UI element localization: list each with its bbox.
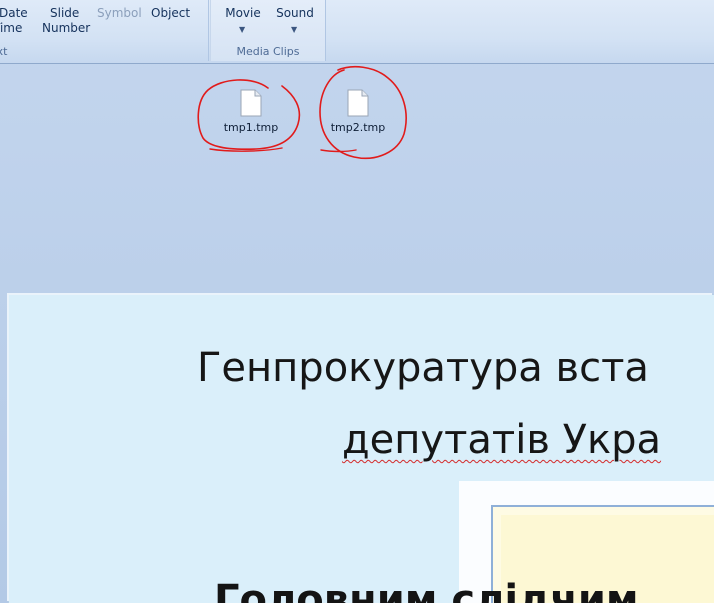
file-name-label: tmp2.tmp (330, 121, 386, 134)
slide-number-button[interactable]: Slide Number (42, 6, 90, 36)
sound-dropdown-arrow-icon: ▼ (291, 25, 298, 34)
file-name-label: tmp1.tmp (223, 121, 279, 134)
slide-canvas[interactable]: Генпрокуратура вста депутатів Укра Голов… (9, 295, 714, 603)
slide-body-text[interactable]: Головним слідчим (214, 575, 639, 603)
slide-title-line-1[interactable]: Генпрокуратура вста (197, 343, 649, 393)
annotation-circle-tmp2-tail (320, 149, 357, 153)
annotation-circle-tmp1-tail (209, 147, 283, 152)
text-group-label: ext (0, 45, 8, 58)
symbol-button[interactable]: Symbol (97, 6, 142, 21)
object-button[interactable]: Object (151, 6, 190, 21)
file-icon (347, 89, 369, 117)
date-time-button[interactable]: Date Time (0, 6, 28, 36)
ribbon-group-media-clips: Movie ▼ Sound ▼ Media Clips (210, 0, 326, 61)
slide-title-line-2-text: депутатів Укра (342, 417, 662, 463)
media-clips-group-label: Media Clips (236, 45, 300, 58)
file-icon (240, 89, 262, 117)
sound-button[interactable]: Sound ▼ (272, 6, 318, 34)
slide-number-label-line1: Slide (50, 6, 80, 20)
ribbon-group-text: Date Time Slide Number Symbol Object ext (0, 0, 209, 61)
movie-button[interactable]: Movie ▼ (222, 6, 264, 34)
date-time-label-line2: Time (0, 21, 23, 35)
slide-title-line-1-text: Генпрокуратура вста (197, 345, 649, 391)
sound-label: Sound (276, 6, 314, 20)
date-time-label-line1: Date (0, 6, 28, 20)
slide-body-text-content: Головним слідчим (214, 577, 639, 603)
movie-label: Movie (225, 6, 261, 20)
file-item-tmp2[interactable]: tmp2.tmp (316, 89, 400, 134)
ribbon: Date Time Slide Number Symbol Object ext… (0, 0, 714, 64)
object-label: Object (151, 6, 191, 20)
symbol-label: Symbol (97, 6, 142, 20)
movie-dropdown-arrow-icon: ▼ (239, 25, 246, 34)
slide-number-label-line2: Number (42, 21, 91, 35)
file-item-tmp1[interactable]: tmp1.tmp (209, 89, 293, 134)
slide-title-line-2[interactable]: депутатів Укра (342, 415, 661, 465)
